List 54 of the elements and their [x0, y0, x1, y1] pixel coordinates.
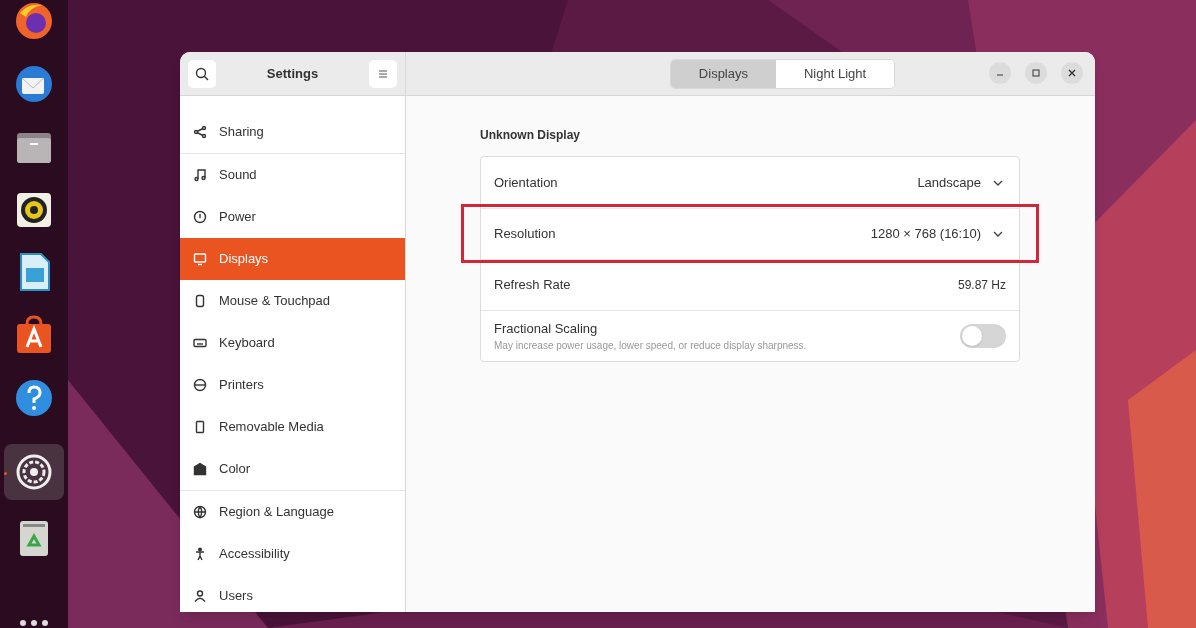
search-icon	[195, 66, 209, 81]
dock-item[interactable]	[4, 444, 64, 500]
share-icon	[193, 125, 207, 139]
mouse-icon	[193, 294, 207, 308]
chevron-down-icon	[993, 179, 1003, 186]
search-button[interactable]	[188, 59, 216, 88]
toggle-switch[interactable]	[960, 324, 1006, 348]
media-drive-icon	[193, 420, 207, 434]
accessibility-icon	[193, 547, 207, 561]
sidebar-item[interactable]: Sharing	[180, 111, 405, 153]
sidebar-item[interactable]: Region & Language	[180, 491, 405, 533]
close-button[interactable]	[1061, 62, 1083, 84]
row-label: Fractional Scaling	[494, 319, 599, 338]
row-description: May increase power usage, lower speed, or reduce display sharpness.	[494, 339, 807, 354]
apps-grid-icon	[19, 619, 49, 628]
tab[interactable]: Displays	[670, 59, 776, 88]
row-label: Orientation	[494, 173, 558, 192]
display-icon	[193, 252, 207, 266]
user-icon	[193, 589, 207, 603]
mail-icon	[14, 64, 54, 105]
browser-icon	[14, 1, 54, 42]
maximize-icon	[1032, 69, 1040, 77]
sidebar-item[interactable]: Accessibility	[180, 533, 405, 575]
close-icon	[1068, 69, 1076, 77]
settings-row[interactable]: Fractional Scaling May increase power usage, lower speed, or reduce display sharpness.	[481, 310, 1019, 361]
settings-row[interactable]: Resolution 1280 × 768 (16:10)	[481, 208, 1019, 259]
shopping-bag-icon	[14, 315, 54, 356]
music-note-icon	[193, 168, 207, 182]
keyboard-icon	[193, 336, 207, 350]
sidebar-item[interactable]: Keyboard	[180, 322, 405, 364]
settings-row[interactable]: Orientation Landscape	[481, 157, 1019, 208]
sidebar-item[interactable]: Removable Media	[180, 406, 405, 448]
sidebar-item[interactable]: Displays	[180, 238, 405, 280]
help-icon	[14, 377, 54, 418]
globe-icon	[193, 505, 207, 519]
sidebar-item[interactable]: Color	[180, 448, 405, 490]
section-heading: Unknown Display	[480, 127, 581, 144]
running-indicator	[4, 472, 7, 476]
sidebar-item[interactable]: Users	[180, 575, 405, 612]
window-title: Settings	[266, 64, 319, 83]
menu-icon	[378, 68, 388, 79]
sidebar-item[interactable]: Power	[180, 196, 405, 238]
chevron-down-icon	[993, 231, 1003, 237]
maximize-button[interactable]	[1025, 62, 1047, 84]
sidebar-item[interactable]: Printers	[180, 364, 405, 406]
sidebar-item[interactable]: Sound	[180, 154, 405, 196]
row-value: 59.87 Hz	[957, 277, 1006, 294]
row-value: Landscape	[917, 173, 981, 192]
sidebar-item[interactable]: Mouse & Touchpad	[180, 280, 405, 322]
power-icon	[193, 210, 207, 224]
row-label: Refresh Rate	[494, 276, 571, 295]
minimize-button[interactable]	[989, 62, 1011, 84]
row-value: 1280 × 768 (16:10)	[870, 225, 981, 244]
row-label: Resolution	[494, 225, 556, 244]
